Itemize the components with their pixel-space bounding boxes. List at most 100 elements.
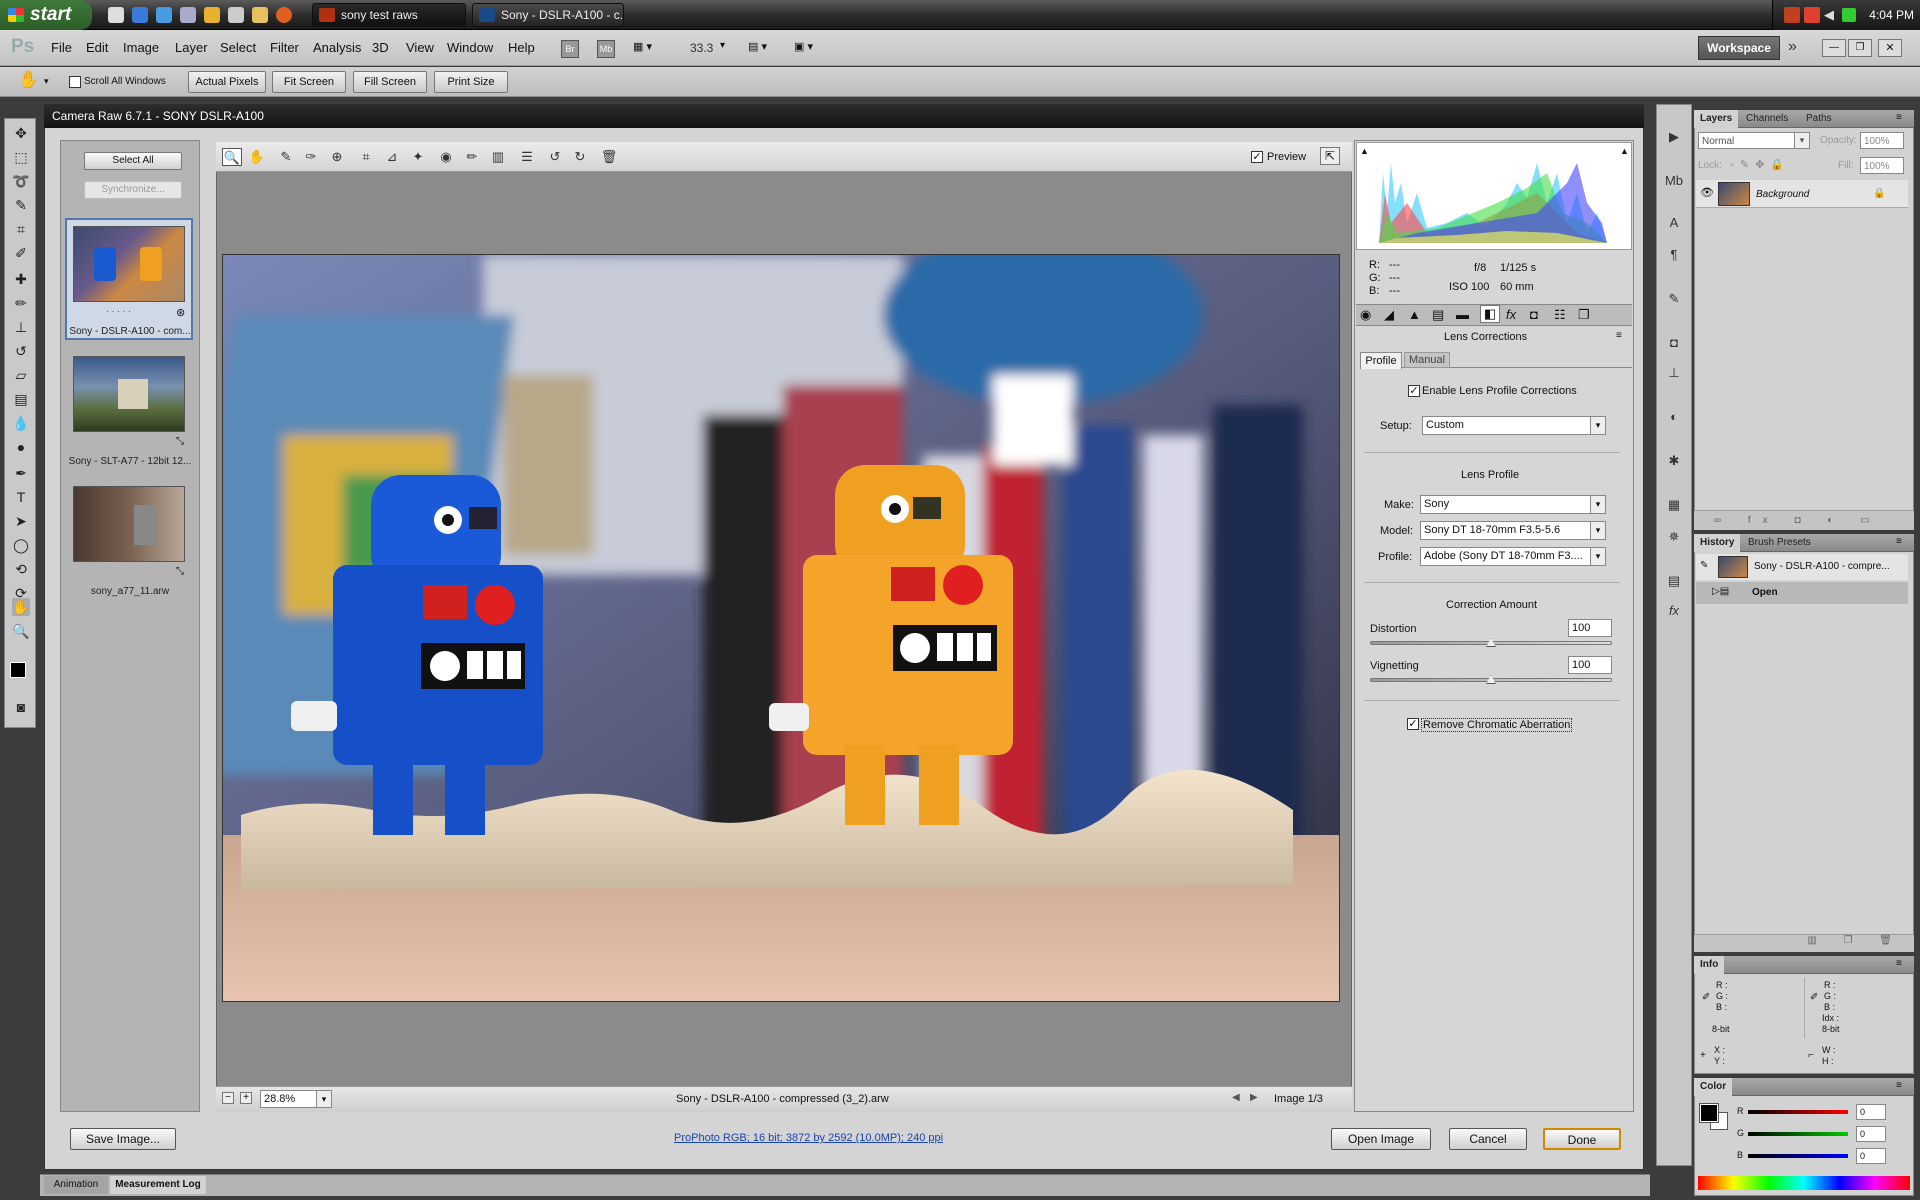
- straighten-tool-icon[interactable]: ⊿: [382, 148, 402, 166]
- crop-tool-icon-cr[interactable]: ⌗: [356, 148, 376, 166]
- character-icon[interactable]: A: [1664, 214, 1684, 232]
- vignetting-value-field[interactable]: 100: [1568, 656, 1612, 674]
- green-slider[interactable]: [1748, 1132, 1848, 1136]
- actions-icon[interactable]: ▶: [1664, 128, 1684, 146]
- task-photoshop[interactable]: Sony - DSLR-A100 - c...: [472, 3, 624, 27]
- volume-icon[interactable]: ◀: [1824, 7, 1840, 23]
- chevron-down-icon[interactable]: ▾: [1590, 496, 1605, 513]
- raw-image-preview[interactable]: [222, 254, 1340, 1002]
- preview-checkbox[interactable]: ✓: [1251, 151, 1263, 163]
- zoom-level[interactable]: 33.3: [690, 41, 713, 55]
- tool-presets-icon[interactable]: ⊥: [1664, 364, 1684, 382]
- zoom-in-icon[interactable]: +: [240, 1092, 252, 1104]
- chevron-down-icon[interactable]: ▾: [1590, 522, 1605, 539]
- fill-screen-button[interactable]: Fill Screen: [353, 71, 427, 93]
- distortion-value-field[interactable]: 100: [1568, 619, 1612, 637]
- minimize-icon[interactable]: —: [1822, 39, 1846, 57]
- folder-icon[interactable]: [252, 7, 268, 23]
- zoom-dropdown-icon[interactable]: ▾: [720, 40, 725, 51]
- panel-menu-icon[interactable]: ≡: [1896, 536, 1902, 547]
- marquee-tool-icon[interactable]: ⬚: [12, 148, 30, 166]
- type-tool-icon[interactable]: T: [12, 488, 30, 506]
- rotate-left-icon[interactable]: ↺: [545, 148, 565, 166]
- menu-image[interactable]: Image: [123, 40, 159, 55]
- pen-tool-icon[interactable]: ✒: [12, 464, 30, 482]
- restore-icon[interactable]: ❐: [1848, 39, 1872, 57]
- color-sampler-tool-icon[interactable]: ✑: [301, 148, 321, 166]
- tab-info[interactable]: Info: [1694, 956, 1725, 974]
- chevron-down-icon[interactable]: ▾: [1794, 133, 1809, 148]
- select-all-button[interactable]: Select All: [84, 152, 182, 170]
- tab-color[interactable]: Color: [1694, 1078, 1733, 1096]
- red-value-field[interactable]: 0: [1856, 1104, 1886, 1120]
- masks-icon[interactable]: ✱: [1664, 452, 1684, 470]
- graduated-filter-icon[interactable]: ▥: [488, 148, 508, 166]
- hand-tool-icon-active[interactable]: ✋: [12, 598, 30, 616]
- menu-filter[interactable]: Filter: [270, 40, 299, 55]
- browser-icon[interactable]: [156, 7, 172, 23]
- foreground-color-swatch[interactable]: [10, 662, 26, 678]
- previous-image-icon[interactable]: ◀: [1232, 1092, 1240, 1103]
- firefox-icon[interactable]: [276, 7, 292, 23]
- red-slider[interactable]: [1748, 1110, 1848, 1114]
- bridge-tray-icon[interactable]: [1784, 7, 1800, 23]
- done-button[interactable]: Done: [1543, 1128, 1621, 1150]
- quick-select-tool-icon[interactable]: ✎: [12, 196, 30, 214]
- history-brush-tool-icon[interactable]: ↺: [12, 342, 30, 360]
- tab-channels[interactable]: Channels: [1740, 110, 1794, 128]
- blue-value-field[interactable]: 0: [1856, 1148, 1886, 1164]
- healing-brush-tool-icon[interactable]: ✚: [12, 270, 30, 288]
- start-button[interactable]: start: [0, 0, 92, 30]
- lens-corrections-tab-icon[interactable]: ◧: [1480, 305, 1500, 323]
- basic-tab-icon[interactable]: ◉: [1360, 307, 1371, 323]
- arrange-documents-icon[interactable]: ▤ ▾: [748, 40, 780, 58]
- tab-measurement-log[interactable]: Measurement Log: [110, 1176, 206, 1194]
- panel-menu-icon[interactable]: ≡: [1896, 112, 1902, 123]
- tab-animation[interactable]: Animation: [44, 1176, 108, 1194]
- tab-manual[interactable]: Manual: [1404, 352, 1450, 368]
- gradient-tool-icon[interactable]: ▤: [12, 390, 30, 408]
- path-selection-tool-icon[interactable]: ➤: [12, 512, 30, 530]
- menu-analysis[interactable]: Analysis: [313, 40, 361, 55]
- blend-mode-select[interactable]: Normal ▾: [1698, 132, 1810, 149]
- show-desktop-icon[interactable]: [108, 7, 124, 23]
- color-spectrum-ramp[interactable]: [1698, 1176, 1910, 1190]
- menu-3d[interactable]: 3D: [372, 40, 389, 55]
- hsl-tab-icon[interactable]: ▤: [1432, 307, 1444, 323]
- scroll-all-windows-checkbox[interactable]: [69, 76, 81, 88]
- white-balance-tool-icon[interactable]: ✎: [276, 148, 296, 166]
- tone-curve-tab-icon[interactable]: ◢: [1384, 307, 1394, 323]
- menu-edit[interactable]: Edit: [86, 40, 108, 55]
- chevron-down-icon[interactable]: ▾: [1590, 548, 1605, 565]
- workspace-button[interactable]: Workspace: [1698, 36, 1780, 60]
- highlight-clipping-icon[interactable]: ▲: [1620, 146, 1629, 156]
- next-image-icon[interactable]: ▶: [1250, 1092, 1258, 1103]
- menu-select[interactable]: Select: [220, 40, 256, 55]
- history-brush-source-icon[interactable]: ✎: [1700, 560, 1708, 571]
- menu-layer[interactable]: Layer: [175, 40, 208, 55]
- mini-bridge-icon[interactable]: Mb: [597, 40, 615, 58]
- tool-icon[interactable]: [228, 7, 244, 23]
- chevron-down-icon[interactable]: ▾: [1590, 417, 1605, 434]
- lock-icons[interactable]: ▫✎✥🔒: [1730, 158, 1790, 171]
- zoom-out-icon[interactable]: −: [222, 1092, 234, 1104]
- brush-panel-icon[interactable]: ✎: [1664, 290, 1684, 308]
- print-size-button[interactable]: Print Size: [434, 71, 508, 93]
- adjustments-icon[interactable]: ◐: [1664, 408, 1684, 426]
- thumbnail-2[interactable]: [73, 356, 185, 432]
- eyedropper-tool-icon[interactable]: ✐: [12, 244, 30, 262]
- red-eye-tool-icon[interactable]: ◉: [436, 148, 456, 166]
- eraser-tool-icon[interactable]: ▱: [12, 366, 30, 384]
- chevron-down-icon[interactable]: ▾: [316, 1091, 331, 1107]
- tab-paths[interactable]: Paths: [1800, 110, 1838, 128]
- brush-tool-icon[interactable]: ✏: [12, 294, 30, 312]
- foreground-color-swatch-panel[interactable]: [1699, 1103, 1719, 1123]
- profile-select[interactable]: Adobe (Sony DT 18-70mm F3.... ▾: [1420, 547, 1606, 566]
- shadow-clipping-icon[interactable]: ▲: [1360, 146, 1369, 156]
- fill-field[interactable]: 100%: [1860, 157, 1904, 174]
- preferences-icon[interactable]: ☰: [517, 148, 537, 166]
- crop-tool-icon[interactable]: ⌗: [12, 220, 30, 238]
- panel-menu-icon[interactable]: ≡: [1896, 958, 1902, 969]
- setup-select[interactable]: Custom ▾: [1422, 416, 1606, 435]
- paragraph-icon[interactable]: ¶: [1664, 246, 1684, 264]
